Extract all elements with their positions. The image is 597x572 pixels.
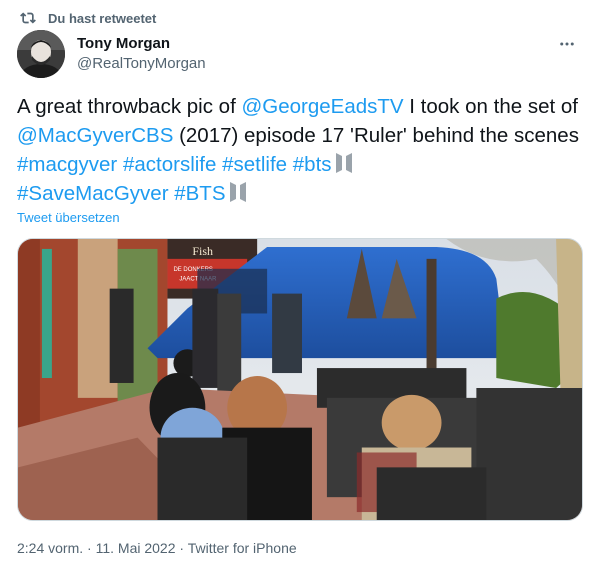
tweet-text-segment: (2017) episode 17 'Ruler' behind the sce… — [173, 124, 579, 147]
meta-separator: · — [175, 540, 188, 556]
tweet-header: Tony Morgan @RealTonyMorgan — [17, 30, 581, 80]
retweet-banner-text: Du hast retweetet — [48, 10, 157, 26]
hashtag-link[interactable]: #BTS — [174, 182, 225, 205]
hashtag-link[interactable]: #bts — [293, 153, 332, 176]
author-name[interactable]: Tony Morgan — [77, 35, 170, 52]
tweet-text: A great throwback pic of @GeorgeEadsTV I… — [17, 92, 583, 208]
author-handle[interactable]: @RealTonyMorgan — [77, 55, 206, 72]
mention-link[interactable]: @MacGyverCBS — [17, 124, 173, 147]
hashtag-link[interactable]: #actorslife — [123, 153, 216, 176]
tweet-date[interactable]: 11. Mai 2022 — [96, 540, 176, 556]
tweet-text-segment: A great throwback pic of — [17, 95, 242, 118]
bts-emoji-icon — [335, 152, 353, 174]
tweet-source[interactable]: Twitter for iPhone — [188, 540, 297, 556]
hashtag-link[interactable]: #SaveMacGyver — [17, 182, 169, 205]
more-options-icon[interactable] — [553, 32, 581, 56]
tweet-time[interactable]: 2:24 vorm. — [17, 540, 83, 556]
mention-link[interactable]: @GeorgeEadsTV — [241, 95, 403, 118]
retweet-icon — [20, 10, 36, 26]
translate-tweet-link[interactable]: Tweet übersetzen — [17, 210, 120, 225]
tweet-meta: 2:24 vorm. · 11. Mai 2022 · Twitter for … — [17, 540, 297, 556]
bts-emoji-icon — [229, 181, 247, 203]
retweet-banner: Du hast retweetet — [20, 8, 156, 28]
tweet-photo[interactable]: Fish DE DONKERS JAACT NAAR — [17, 238, 583, 521]
avatar[interactable] — [17, 30, 65, 78]
meta-separator: · — [83, 540, 96, 556]
tweet-text-segment: I took on the set of — [403, 95, 578, 118]
hashtag-link[interactable]: #macgyver — [17, 153, 117, 176]
hashtag-link[interactable]: #setlife — [222, 153, 287, 176]
sign-fish: Fish — [192, 244, 213, 258]
